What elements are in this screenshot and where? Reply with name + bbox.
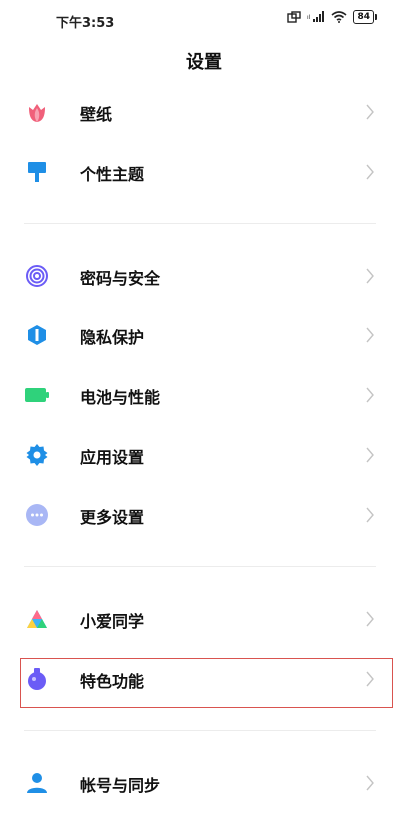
settings-item-label: 更多设置 <box>80 508 145 527</box>
svg-text:ıl: ıl <box>307 15 310 21</box>
privacy-shield-icon <box>24 322 50 348</box>
settings-item-account-sync[interactable]: 帐号与同步 <box>0 755 408 811</box>
page-title: 设置 <box>186 52 222 73</box>
chevron-right-icon <box>366 104 374 120</box>
chevron-right-icon <box>366 268 374 284</box>
gear-icon <box>24 442 50 468</box>
settings-item-label: 电池与性能 <box>80 388 161 407</box>
chevron-right-icon <box>366 611 374 627</box>
group-divider <box>24 566 376 567</box>
paint-brush-icon <box>24 159 50 185</box>
settings-item-label: 个性主题 <box>80 165 145 184</box>
chevron-right-icon <box>366 775 374 791</box>
settings-item-label: 隐私保护 <box>80 328 145 347</box>
xiaoai-icon <box>24 606 50 632</box>
battery-icon <box>24 382 50 408</box>
settings-item-battery-performance[interactable]: 电池与性能 <box>0 367 408 423</box>
settings-item-privacy[interactable]: 隐私保护 <box>0 307 408 363</box>
settings-item-label: 应用设置 <box>80 448 145 467</box>
settings-item-label: 小爱同学 <box>80 612 145 631</box>
settings-item-label: 帐号与同步 <box>80 776 161 795</box>
status-time: 下午3:53 <box>56 16 115 31</box>
chevron-right-icon <box>366 387 374 403</box>
more-dots-icon <box>24 502 50 528</box>
signal-icon: ıl <box>307 11 325 22</box>
status-bar: 下午3:53 ıl 84 <box>0 0 408 40</box>
status-icons: ıl 84 <box>287 10 377 24</box>
settings-item-themes[interactable]: 个性主题 <box>0 144 408 200</box>
chevron-right-icon <box>366 164 374 180</box>
settings-item-more-settings[interactable]: 更多设置 <box>0 487 408 543</box>
selection-highlight <box>20 658 393 708</box>
battery-indicator: 84 <box>353 10 377 24</box>
dual-window-icon <box>287 11 302 23</box>
settings-item-wallpaper[interactable]: 壁纸 <box>0 84 408 140</box>
settings-item-xiaoai[interactable]: 小爱同学 <box>0 591 408 647</box>
settings-item-label: 密码与安全 <box>80 269 161 288</box>
wifi-icon <box>331 11 347 23</box>
settings-item-password-security[interactable]: 密码与安全 <box>0 248 408 304</box>
group-divider <box>24 223 376 224</box>
chevron-right-icon <box>366 507 374 523</box>
group-divider <box>24 730 376 731</box>
chevron-right-icon <box>366 327 374 343</box>
fingerprint-icon <box>24 263 50 289</box>
chevron-right-icon <box>366 447 374 463</box>
settings-item-label: 壁纸 <box>80 105 113 124</box>
settings-item-app-settings[interactable]: 应用设置 <box>0 427 408 483</box>
tulip-icon <box>24 99 50 125</box>
user-icon <box>24 770 50 796</box>
